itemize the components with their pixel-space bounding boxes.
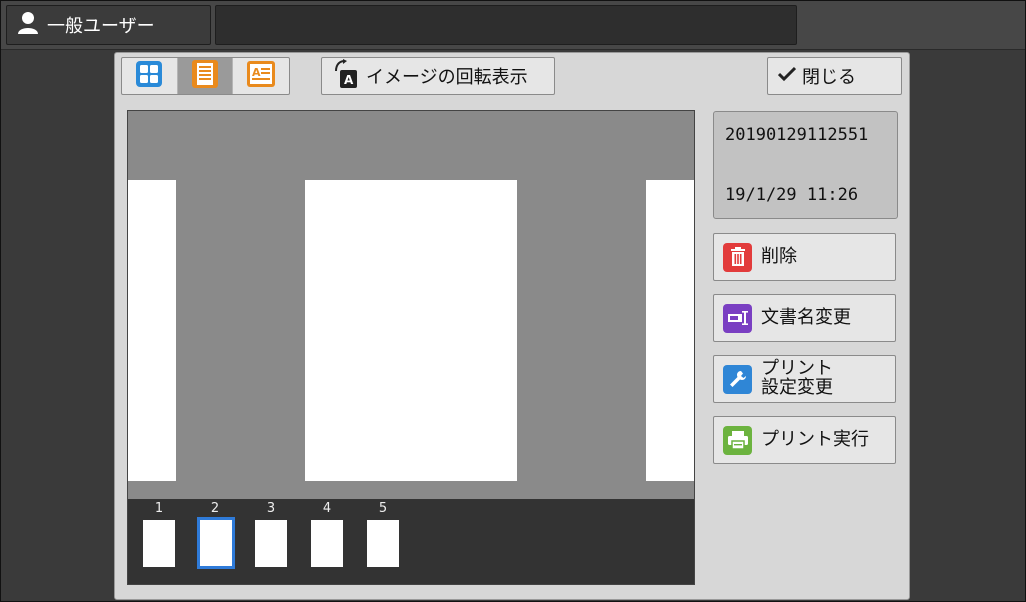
- print-settings-label: プリント 設定変更: [761, 359, 833, 398]
- rename-button[interactable]: 文書名変更: [713, 294, 896, 342]
- print-label: プリント実行: [761, 428, 869, 450]
- thumbnail-page: [255, 520, 287, 567]
- document-info: 20190129112551 19/1/29 11:26: [713, 111, 898, 219]
- check-icon: [777, 66, 797, 87]
- close-button[interactable]: 閉じる: [767, 57, 902, 95]
- thumbnail-page: [367, 520, 399, 567]
- rotate-image-button[interactable]: A イメージの回転表示: [321, 57, 555, 95]
- thumbnail[interactable]: 3: [253, 499, 289, 579]
- print-settings-line2: 設定変更: [761, 377, 833, 398]
- delete-button[interactable]: 削除: [713, 233, 896, 281]
- wrench-icon: [723, 364, 752, 394]
- preview-panel: A A イメージの回転表示 閉じる 1 2 3 4 5 201901291125…: [114, 52, 910, 600]
- current-page: [305, 180, 517, 481]
- top-bar: 一般ユーザー: [0, 0, 1026, 50]
- grid-view-button[interactable]: [122, 58, 178, 94]
- single-page-view-button[interactable]: [177, 58, 234, 94]
- svg-text:A: A: [344, 73, 354, 87]
- thumbnail-page: [143, 520, 175, 567]
- user-label: 一般ユーザー: [47, 16, 155, 37]
- status-display: [215, 5, 797, 45]
- thumbnail-number: 1: [154, 501, 164, 516]
- single-page-icon: [192, 59, 218, 93]
- view-mode-selector: A: [121, 57, 290, 95]
- text-page-icon: A: [247, 60, 276, 92]
- thumbnail-number: 3: [266, 501, 276, 516]
- next-page: [646, 180, 694, 481]
- rename-label: 文書名変更: [761, 306, 851, 328]
- thumbnail-number: 4: [322, 501, 332, 516]
- thumbnail[interactable]: 5: [365, 499, 401, 579]
- rotate-label: イメージの回転表示: [366, 67, 528, 88]
- rename-icon: [723, 303, 752, 333]
- rotate-icon: A: [332, 58, 358, 94]
- thumbnail-selected[interactable]: 2: [197, 499, 235, 579]
- svg-text:A: A: [252, 66, 261, 79]
- trash-icon: [723, 242, 752, 272]
- thumbnail[interactable]: 4: [309, 499, 345, 579]
- close-label: 閉じる: [802, 67, 856, 88]
- text-page-view-button[interactable]: A: [233, 58, 289, 94]
- delete-label: 削除: [761, 245, 797, 267]
- user-button[interactable]: 一般ユーザー: [6, 5, 211, 45]
- thumbnail-strip: 1 2 3 4 5: [128, 499, 694, 584]
- document-timestamp: 19/1/29 11:26: [725, 185, 859, 205]
- document-name: 20190129112551: [725, 125, 869, 145]
- printer-icon: [723, 425, 752, 455]
- thumbnail-number: 5: [378, 501, 388, 516]
- thumbnail[interactable]: 1: [141, 499, 177, 579]
- thumbnail-page: [197, 517, 235, 569]
- thumbnail-number: 2: [210, 501, 220, 516]
- grid-icon: [136, 60, 163, 92]
- image-preview[interactable]: 1 2 3 4 5: [127, 110, 695, 585]
- user-icon: [17, 11, 39, 40]
- thumbnail-page: [311, 520, 343, 567]
- print-button[interactable]: プリント実行: [713, 416, 896, 464]
- print-settings-button[interactable]: プリント 設定変更: [713, 355, 896, 403]
- previous-page: [128, 180, 176, 481]
